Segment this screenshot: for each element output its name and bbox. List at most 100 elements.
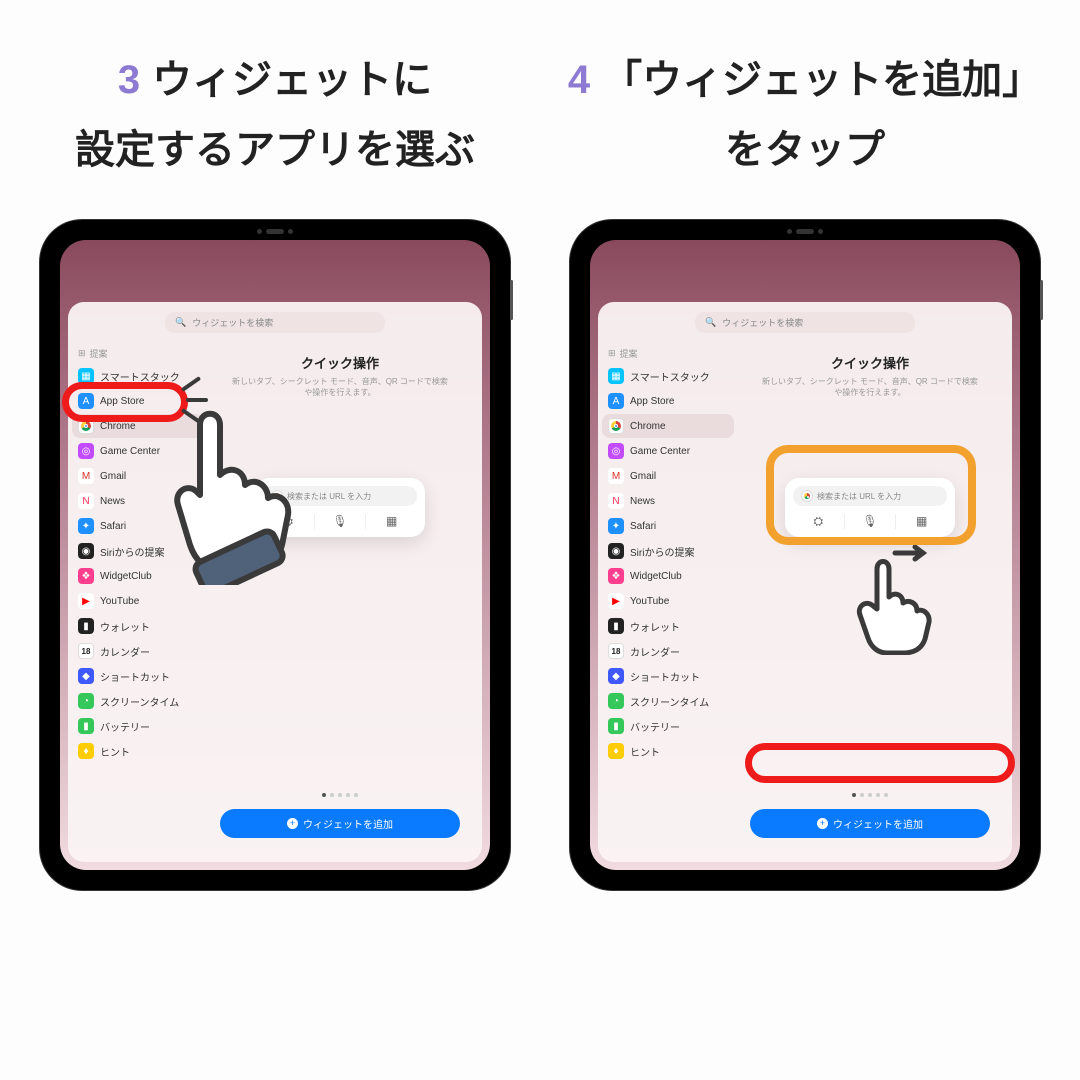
app-icon: ♦	[608, 743, 624, 759]
sidebar-item-スクリーンタイム[interactable]: ◔スクリーンタイム	[602, 689, 734, 713]
widget-main: クイック操作 新しいタブ、シークレット モード、音声、QR コードで検索や操作を…	[208, 339, 482, 862]
app-sidebar: ⊞ 提案 ▦スマートスタックAApp StoreChrome◎Game Cent…	[68, 339, 208, 862]
qr-icon: ▦	[896, 514, 947, 529]
page-dots	[322, 793, 358, 797]
app-icon: ◉	[608, 543, 624, 559]
sidebar-item-スマートスタック[interactable]: ▦スマートスタック	[602, 364, 734, 388]
sidebar-item-label: ヒント	[100, 744, 130, 759]
plus-icon: +	[287, 818, 298, 829]
widget-main: クイック操作 新しいタブ、シークレット モード、音声、QR コードで検索や操作を…	[738, 339, 1012, 862]
main-title: クイック操作	[301, 353, 379, 372]
sidebar-item-label: スマートスタック	[630, 369, 710, 384]
sidebar-heading: ⊞ 提案	[72, 345, 204, 364]
search-icon: 🔍	[705, 317, 716, 328]
widget-sheet: 🔍 ウィジェットを検索 ⊞ 提案 ▦スマートスタックAApp StoreChro…	[68, 302, 482, 862]
sidebar-item-スクリーンタイム[interactable]: ◔スクリーンタイム	[72, 689, 204, 713]
sidebar-item-safari[interactable]: ✦Safari	[72, 514, 204, 538]
app-icon: M	[608, 468, 624, 484]
sidebar-item-game-center[interactable]: ◎Game Center	[72, 439, 204, 463]
sidebar-item-gmail[interactable]: MGmail	[72, 464, 204, 488]
sidebar-item-バッテリー[interactable]: ▮バッテリー	[602, 714, 734, 738]
app-icon: ✦	[608, 518, 624, 534]
app-icon: 18	[78, 643, 94, 659]
main-subtitle: 新しいタブ、シークレット モード、音声、QR コードで検索や操作を行えます。	[230, 376, 450, 398]
sidebar-item-widgetclub[interactable]: ❖WidgetClub	[602, 564, 734, 588]
sidebar-item-label: カレンダー	[630, 644, 680, 659]
mic-icon: 🎙	[315, 514, 367, 529]
chrome-icon	[801, 490, 813, 502]
sidebar-item-app-store[interactable]: AApp Store	[602, 389, 734, 413]
sidebar-item-label: ショートカット	[100, 669, 170, 684]
widget-sheet: 🔍 ウィジェットを検索 ⊞ 提案 ▦スマートスタックAApp StoreChro…	[598, 302, 1012, 862]
sidebar-heading-label: 提案	[620, 347, 638, 360]
step-4-title-line2: をタップ	[725, 120, 885, 180]
sidebar-item-label: バッテリー	[100, 719, 150, 734]
app-icon: ◆	[78, 668, 94, 684]
sidebar-item-ウォレット[interactable]: ▮ウォレット	[602, 614, 734, 638]
sidebar-item-app-store[interactable]: AApp Store	[72, 389, 204, 413]
sidebar-item-siriからの提案[interactable]: ◉ Siriからの提案	[602, 539, 734, 563]
widget-preview-search: 検索または URL を入力	[793, 486, 947, 506]
app-icon: ❖	[608, 568, 624, 584]
widget-preview-actions: ⛭ 🎙 ▦	[793, 514, 947, 529]
app-icon	[608, 418, 624, 434]
app-icon: ✦	[78, 518, 94, 534]
sidebar-item-label: Siriからの提案	[630, 544, 694, 559]
sidebar-item-label: ヒント	[630, 744, 660, 759]
widget-preview[interactable]: 検索または URL を入力 ⛭ 🎙 ▦	[785, 478, 955, 537]
sidebar-item-youtube[interactable]: ▶YouTube	[72, 589, 204, 613]
sidebar-item-ヒント[interactable]: ♦ ヒント	[602, 739, 734, 763]
sidebar-item-chrome[interactable]: Chrome	[72, 414, 204, 438]
step-3: 3 ウィジェットに 設定するアプリを選ぶ 🔍 ウィジェットを検索 ⊞	[30, 40, 520, 1040]
sidebar-item-label: Game Center	[630, 446, 690, 457]
app-sidebar: ⊞ 提案 ▦スマートスタックAApp Store Chrome ◎Game Cent…	[598, 339, 738, 862]
app-icon: ◎	[78, 443, 94, 459]
sidebar-item-スマートスタック[interactable]: ▦スマートスタック	[72, 364, 204, 388]
page: 3 ウィジェットに 設定するアプリを選ぶ 🔍 ウィジェットを検索 ⊞	[0, 0, 1080, 1080]
sidebar-item-ショートカット[interactable]: ◆ショートカット	[602, 664, 734, 688]
main-subtitle: 新しいタブ、シークレット モード、音声、QR コードで検索や操作を行えます。	[760, 376, 980, 398]
sidebar-item-youtube[interactable]: ▶YouTube	[602, 589, 734, 613]
sidebar-item-ヒント[interactable]: ♦ヒント	[72, 739, 204, 763]
widget-preview[interactable]: 検索または URL を入力 ⛭ 🎙 ▦	[255, 478, 425, 537]
app-icon: A	[78, 393, 94, 409]
app-icon: ◉	[78, 543, 94, 559]
sidebar-item-news[interactable]: NNews	[602, 489, 734, 513]
widget-preview-search-text: 検索または URL を入力	[817, 491, 901, 502]
sidebar-item-カレンダー[interactable]: 18カレンダー	[72, 639, 204, 663]
sidebar-item-news[interactable]: NNews	[72, 489, 204, 513]
sidebar-item-カレンダー[interactable]: 18カレンダー	[602, 639, 734, 663]
add-widget-button[interactable]: + ウィジェットを追加	[220, 809, 460, 838]
sidebar-item-safari[interactable]: ✦Safari	[602, 514, 734, 538]
ipad-left: 🔍 ウィジェットを検索 ⊞ 提案 ▦スマートスタックAApp StoreChro…	[40, 220, 510, 890]
app-icon: N	[608, 493, 624, 509]
app-icon: ▶	[78, 593, 94, 609]
sidebar-heading: ⊞ 提案	[602, 345, 734, 364]
ipad-right: 🔍 ウィジェットを検索 ⊞ 提案 ▦スマートスタックAApp StoreChro…	[570, 220, 1040, 890]
camera-notch	[257, 229, 293, 234]
sidebar-item-label: スクリーンタイム	[630, 694, 709, 709]
qr-icon: ▦	[366, 514, 417, 529]
sidebar-item-siriからの提案[interactable]: ◉Siriからの提案	[72, 539, 204, 563]
sidebar-item-chrome[interactable]: Chrome	[602, 414, 734, 438]
step-3-title-line1: ウィジェットに	[152, 50, 432, 110]
sidebar-item-label: Chrome	[630, 421, 666, 432]
sidebar-item-widgetclub[interactable]: ❖WidgetClub	[72, 564, 204, 588]
widget-preview-actions: ⛭ 🎙 ▦	[263, 514, 417, 529]
sidebar-item-label: News	[100, 496, 125, 507]
grid-icon: ⊞	[608, 348, 616, 359]
sidebar-item-label: YouTube	[630, 596, 669, 607]
step-4-title-line1: 「ウィジェットを追加」	[602, 50, 1042, 110]
step-4: 4 「ウィジェットを追加」 をタップ 🔍 ウィジェットを検索 ⊞	[560, 40, 1050, 1040]
add-widget-button[interactable]: + ウィジェットを追加	[750, 809, 990, 838]
sidebar-item-ショートカット[interactable]: ◆ ショートカット	[72, 664, 204, 688]
widget-search-bar[interactable]: 🔍 ウィジェットを検索	[165, 312, 385, 333]
widget-search-bar[interactable]: 🔍 ウィジェットを検索	[695, 312, 915, 333]
sidebar-item-gmail[interactable]: MGmail	[602, 464, 734, 488]
step-3-header: 3 ウィジェットに 設定するアプリを選ぶ	[30, 40, 520, 190]
sidebar-item-game-center[interactable]: ◎Game Center	[602, 439, 734, 463]
sidebar-item-バッテリー[interactable]: ▮バッテリー	[72, 714, 204, 738]
grid-icon: ⊞	[78, 348, 86, 359]
sidebar-item-ウォレット[interactable]: ▮ウォレット	[72, 614, 204, 638]
step-4-header: 4 「ウィジェットを追加」 をタップ	[560, 40, 1050, 190]
